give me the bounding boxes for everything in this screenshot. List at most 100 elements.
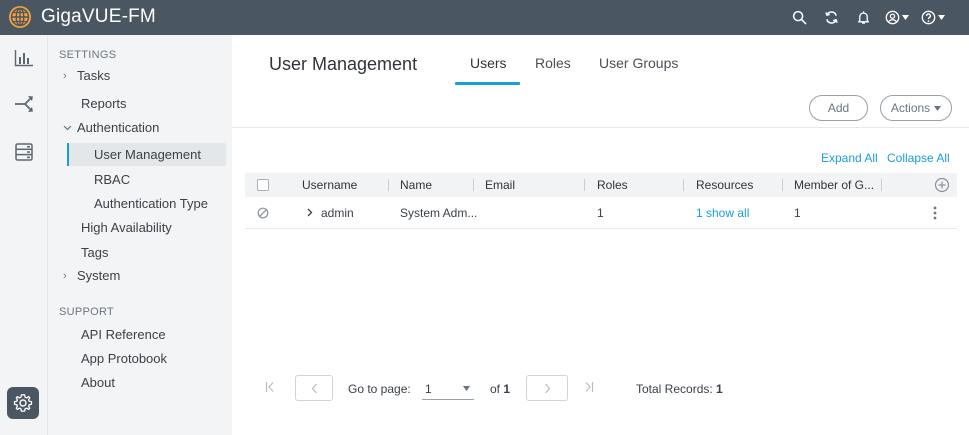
- refresh-button[interactable]: [815, 0, 847, 35]
- sidebar-item-reports[interactable]: Reports: [81, 96, 127, 111]
- total-records-label: Total Records:: [636, 382, 713, 396]
- app-title: GigaVUE-FM: [41, 6, 156, 27]
- bell-icon: [857, 11, 869, 24]
- cell-member-of-groups: 1: [794, 206, 801, 220]
- chevron-left-icon: [311, 383, 317, 393]
- flow-icon: [15, 96, 33, 112]
- chevron-right-icon: [544, 383, 550, 393]
- disabled-select-icon: [257, 207, 269, 219]
- traffic-nav-button[interactable]: [12, 93, 36, 115]
- total-pages: 1: [503, 382, 511, 396]
- sidebar-item-label: Tags: [81, 245, 109, 260]
- next-page-button[interactable]: [526, 375, 568, 401]
- column-header-member-of-groups[interactable]: Member of G...: [794, 178, 874, 192]
- expand-row-chevron-icon[interactable]: [307, 208, 313, 217]
- sidebar-item-tasks[interactable]: › Tasks: [63, 68, 110, 83]
- support-section-label: SUPPORT: [59, 306, 115, 318]
- cell-username: admin: [321, 206, 354, 220]
- add-button[interactable]: Add: [809, 95, 868, 121]
- column-separator: [584, 179, 585, 191]
- sidebar-item-tags[interactable]: Tags: [81, 245, 108, 260]
- cell-roles: 1: [597, 206, 604, 220]
- help-menu-button[interactable]: [915, 0, 951, 35]
- top-bar: GigaVUE-FM: [0, 0, 969, 35]
- sidebar-item-label: System: [77, 268, 121, 283]
- cell-resources-link[interactable]: 1 show all: [696, 206, 749, 220]
- sidebar-item-authentication-type[interactable]: Authentication Type: [94, 196, 208, 211]
- page-select-value: 1: [425, 381, 432, 396]
- actions-button[interactable]: Actions: [880, 95, 952, 121]
- page-select[interactable]: 1: [422, 378, 474, 400]
- sidebar-item-api-reference[interactable]: API Reference: [81, 327, 166, 342]
- sidebar-item-label: Reports: [81, 96, 127, 111]
- notifications-button[interactable]: [847, 0, 879, 35]
- sidebar-item-label: About: [81, 375, 115, 390]
- column-separator: [683, 179, 684, 191]
- active-item-indicator: [67, 143, 69, 166]
- search-icon: [792, 10, 806, 25]
- settings-section-label: SETTINGS: [59, 49, 117, 61]
- tab-roles[interactable]: Roles: [535, 55, 571, 71]
- column-separator: [881, 179, 882, 191]
- globe-logo-icon[interactable]: [8, 5, 32, 29]
- add-column-icon[interactable]: [934, 177, 950, 193]
- sidebar-item-label: User Management: [94, 147, 201, 162]
- refresh-icon: [824, 11, 838, 24]
- sidebar-item-authentication[interactable]: Authentication: [63, 120, 159, 135]
- caret-down-icon: [902, 15, 909, 20]
- sidebar-item-about[interactable]: About: [81, 375, 115, 390]
- sidebar-item-label: High Availability: [81, 220, 172, 235]
- first-page-icon[interactable]: [265, 381, 275, 393]
- column-header-name[interactable]: Name: [400, 178, 432, 192]
- sidebar-item-label: Authentication Type: [94, 196, 208, 211]
- table-row[interactable]: admin System Adm... 1 1 show all 1: [245, 197, 957, 229]
- page-title: User Management: [269, 54, 418, 74]
- column-header-email[interactable]: Email: [485, 178, 515, 192]
- bar-chart-icon: [14, 50, 33, 67]
- column-separator: [782, 179, 783, 191]
- sidebar-item-app-protobook[interactable]: App Protobook: [81, 351, 167, 366]
- page-count: of 1: [490, 382, 510, 396]
- search-button[interactable]: [783, 0, 815, 35]
- expand-all-link[interactable]: Expand All: [821, 151, 878, 165]
- sidebar-item-rbac[interactable]: RBAC: [94, 172, 130, 187]
- column-header-roles[interactable]: Roles: [597, 178, 628, 192]
- settings-sidebar: SETTINGS › Tasks Reports Authentication …: [48, 35, 232, 435]
- total-records: Total Records: 1: [636, 382, 723, 396]
- inventory-nav-button[interactable]: [12, 141, 36, 163]
- tab-users[interactable]: Users: [470, 55, 507, 71]
- column-header-resources[interactable]: Resources: [696, 178, 753, 192]
- server-stack-icon: [15, 143, 33, 161]
- dashboard-nav-button[interactable]: [12, 47, 36, 69]
- sidebar-item-label: RBAC: [94, 172, 131, 187]
- select-all-checkbox[interactable]: [257, 179, 269, 191]
- caret-down-icon: [938, 15, 945, 20]
- previous-page-button[interactable]: [295, 375, 333, 401]
- caret-down-icon: [934, 105, 942, 111]
- column-separator: [388, 179, 389, 191]
- sidebar-item-high-availability[interactable]: High Availability: [81, 220, 172, 235]
- main-content: User Management Users Roles User Groups …: [232, 35, 969, 435]
- tab-user-groups[interactable]: User Groups: [599, 55, 678, 71]
- user-menu-button[interactable]: [879, 0, 915, 35]
- help-icon: [921, 10, 936, 25]
- last-page-icon[interactable]: [584, 381, 594, 393]
- table-header: Username Name Email Roles Resources Memb…: [245, 173, 957, 197]
- cell-name: System Adm...: [400, 206, 478, 220]
- total-records-value: 1: [716, 382, 723, 396]
- sidebar-item-label: API Reference: [81, 327, 166, 342]
- settings-nav-button[interactable]: [7, 387, 39, 419]
- sidebar-item-label: Authentication: [77, 120, 160, 135]
- more-vertical-icon[interactable]: [933, 206, 937, 220]
- caret-down-icon: [463, 386, 470, 391]
- column-header-username[interactable]: Username: [302, 178, 357, 192]
- sidebar-item-system[interactable]: › System: [63, 268, 120, 283]
- collapse-all-link[interactable]: Collapse All: [887, 151, 950, 165]
- column-separator: [473, 179, 474, 191]
- chevron-right-icon: ›: [63, 269, 67, 282]
- header-divider: [232, 127, 969, 128]
- actions-button-label: Actions: [890, 101, 931, 115]
- sidebar-item-label: App Protobook: [81, 351, 168, 366]
- of-label: of: [490, 382, 501, 396]
- sidebar-item-user-management[interactable]: User Management: [94, 147, 201, 162]
